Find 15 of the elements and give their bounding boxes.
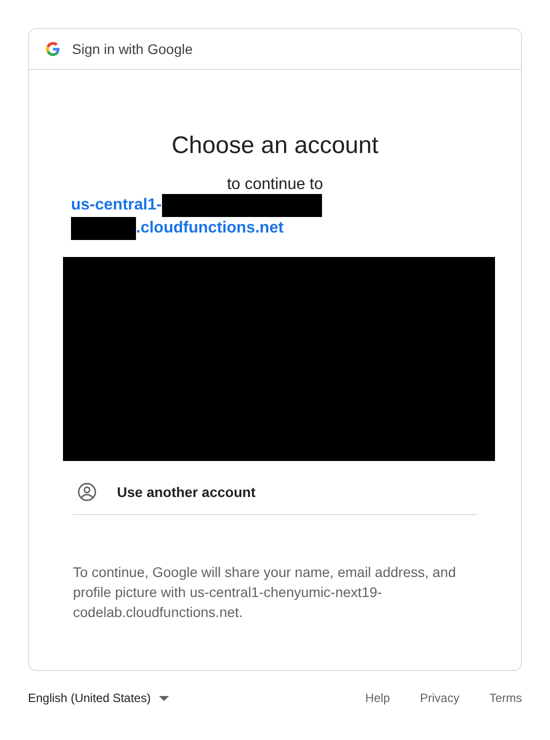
- caret-icon: [158, 696, 169, 700]
- subheading: to continue to: [226, 176, 324, 193]
- footer-link[interactable]: Privacy: [420, 691, 460, 705]
- person-circle-icon: [77, 482, 97, 502]
- app-link[interactable]: us-central1-: [71, 196, 162, 214]
- use-another-account-button[interactable]: Use another account: [73, 469, 477, 515]
- redaction-block: [71, 217, 136, 240]
- header-title: Sign in with Google: [72, 41, 193, 57]
- footer-link[interactable]: Terms: [489, 691, 522, 705]
- consent-text: To continue, Google will share your name, email address, and profile picture with us-central1-chenyumic-next19-codelab.cloudfunctions.net.: [73, 563, 457, 622]
- footer-link[interactable]: Help: [365, 691, 390, 705]
- app-link[interactable]: .cloudfunctions.net: [136, 220, 284, 237]
- google-logo-icon: [46, 42, 60, 56]
- language-selector[interactable]: English (United States): [28, 691, 169, 705]
- page-heading: Choose an account: [170, 132, 380, 160]
